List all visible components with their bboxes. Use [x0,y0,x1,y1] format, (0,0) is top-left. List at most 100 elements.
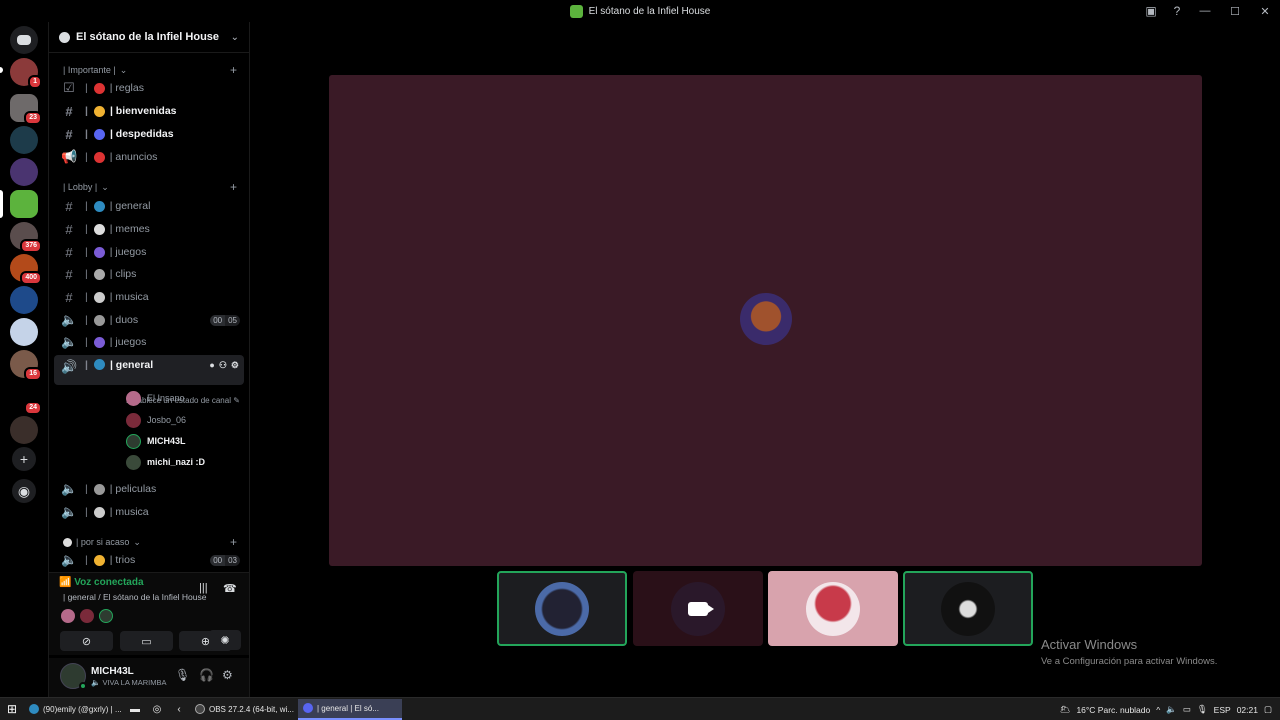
rules-icon: ☑ [63,80,75,95]
voice-connected-status[interactable]: 📶 Voz conectada [59,577,144,588]
whatsapp-icon[interactable]: ◎ [146,704,168,715]
focused-participant-tile[interactable] [329,75,1202,566]
help-icon[interactable]: ? [1164,4,1190,18]
ghost-emoji-icon [93,223,105,235]
hash-icon: # [65,244,73,260]
channel-label: | juegos [109,246,147,258]
server-icon[interactable] [10,158,38,186]
settings-icon[interactable]: ⚙ [231,360,239,371]
invite-icon[interactable]: ⚇ [219,360,227,371]
category-label: | Importante | [63,65,116,75]
server-icon[interactable]: 16 [10,350,42,381]
category-por-si-acaso[interactable]: | por si acaso ⌄ + [49,534,249,550]
username: MICH43L [91,666,134,677]
globe-emoji-icon [93,200,105,212]
soundboard-button[interactable]: ✺ [209,630,241,650]
explore-servers-button[interactable]: ◉ [12,479,36,503]
server-icon-selected[interactable] [10,190,38,218]
close-button[interactable]: ✕ [1250,5,1280,18]
avatar [740,293,792,345]
server-icon[interactable] [10,126,38,154]
network-icon[interactable]: ▭ [1183,704,1191,715]
participant-tile[interactable] [497,571,627,646]
maximize-button[interactable]: ☐ [1220,5,1250,18]
system-tray: 🌥 16°C Parc. nublado ^ 🔈 ▭ 🎙 ESP 02:21 ▢ [1060,698,1280,720]
weather-label[interactable]: 16°C Parc. nublado [1076,705,1150,715]
windows-start-icon[interactable]: ⊞ [0,702,24,716]
taskbar-task-discord[interactable]: | general | El só... [298,698,402,720]
channel-label: | musica [109,291,149,303]
channel-reglas[interactable]: ☑ | | reglas [54,78,244,98]
settings-icon[interactable]: ⚙ [222,668,233,682]
microphone-icon[interactable]: 🎙 [1197,704,1208,715]
server-icon[interactable] [10,286,38,314]
camera-off-button[interactable]: ⊘ [60,631,113,651]
headphones-icon[interactable]: 🎧 [199,668,214,682]
avatar [535,581,589,636]
channel-duos[interactable]: 🔈 | | duos 00 05 [54,310,244,330]
voice-user[interactable]: michi_nazi :D [126,453,205,471]
add-channel-icon[interactable]: + [230,180,237,194]
speaker-icon: 🔈 [91,678,103,687]
channel-general-text[interactable]: # | | general [54,196,244,216]
chat-icon[interactable]: ● [209,360,214,371]
channel-bienvenidas[interactable]: # | | bienvenidas [54,101,244,121]
disconnect-icon[interactable]: ☎ [223,582,237,595]
server-header[interactable]: El sótano de la Infiel House ⌄ [49,22,249,53]
category-importante[interactable]: | Importante | ⌄ + [49,62,249,78]
add-server-button[interactable]: + [12,447,36,471]
microphone-icon[interactable]: 🎙 [175,668,190,682]
participant-tile[interactable] [633,571,763,646]
server-icon[interactable]: 24 [10,384,42,415]
taskbar-task-edge[interactable]: (90)emily (@gxrly) | ... [24,699,124,720]
user-limit-counter: 00 03 [210,554,240,566]
voice-user[interactable]: El Insano [126,389,185,407]
selected-pill [0,190,3,218]
screen-share-button[interactable]: ▭ [120,631,173,651]
channel-trios[interactable]: 🔈 | | trios 00 03 [54,550,244,570]
voice-status-label: Voz conectada [74,577,144,588]
mention-badge: 16 [24,367,42,381]
file-explorer-icon[interactable]: ▬ [124,704,146,715]
voice-user[interactable]: MICH43L [126,432,186,450]
notifications-icon[interactable]: ▢ [1264,704,1272,715]
language-indicator[interactable]: ESP [1214,705,1231,715]
clock[interactable]: 02:21 [1237,705,1258,715]
voice-user-name: Josbo_06 [147,415,187,425]
add-channel-icon[interactable]: + [230,535,237,549]
channel-juegos-text[interactable]: # | | juegos [54,242,244,262]
server-icon[interactable] [10,416,38,444]
channel-general-voice[interactable]: 🔊 | | general ● ⚇ ⚙ [54,355,244,385]
participant-tile[interactable] [768,571,898,646]
minimize-button[interactable]: — [1190,5,1220,17]
channel-clips[interactable]: # | | clips [54,264,244,284]
category-lobby[interactable]: | Lobby | ⌄ + [49,179,249,195]
taskbar-task-obs[interactable]: OBS 27.2.4 (64-bit, wi... [190,699,294,720]
inbox-icon[interactable]: ▣ [1138,4,1164,18]
discord-home-button[interactable] [10,26,38,54]
server-icon[interactable]: 23 [10,94,42,125]
add-channel-icon[interactable]: + [230,63,237,77]
speaker-icon[interactable]: 🔈 [1166,704,1177,715]
channel-actions: ● ⚇ ⚙ [209,360,239,371]
server-icon[interactable]: 1 [10,58,42,89]
voice-user[interactable]: Josbo_06 [126,411,186,429]
channel-label: | memes [109,223,150,235]
avatar [126,433,141,449]
server-icon[interactable]: 376 [10,222,42,253]
channel-despedidas[interactable]: # | | despedidas [54,124,244,144]
participant-tile[interactable] [903,571,1033,646]
channel-musica-text[interactable]: # | | musica [54,287,244,307]
server-icon[interactable]: 400 [10,254,42,285]
globe-emoji-icon [93,359,105,370]
channel-peliculas[interactable]: 🔈 | | peliculas [54,479,244,499]
back-icon[interactable]: ‹ [168,704,190,715]
channel-anuncios[interactable]: 📢 | | anuncios [54,147,244,167]
server-icon[interactable] [10,318,38,346]
chevron-up-icon[interactable]: ^ [1156,705,1160,715]
channel-juegos-voice[interactable]: 🔈 | | juegos [54,332,244,352]
channel-musica-voice[interactable]: 🔈 | | musica [54,502,244,522]
voice-stage [251,22,1280,697]
channel-memes[interactable]: # | | memes [54,219,244,239]
noise-suppression-icon[interactable]: ||| [199,582,208,594]
